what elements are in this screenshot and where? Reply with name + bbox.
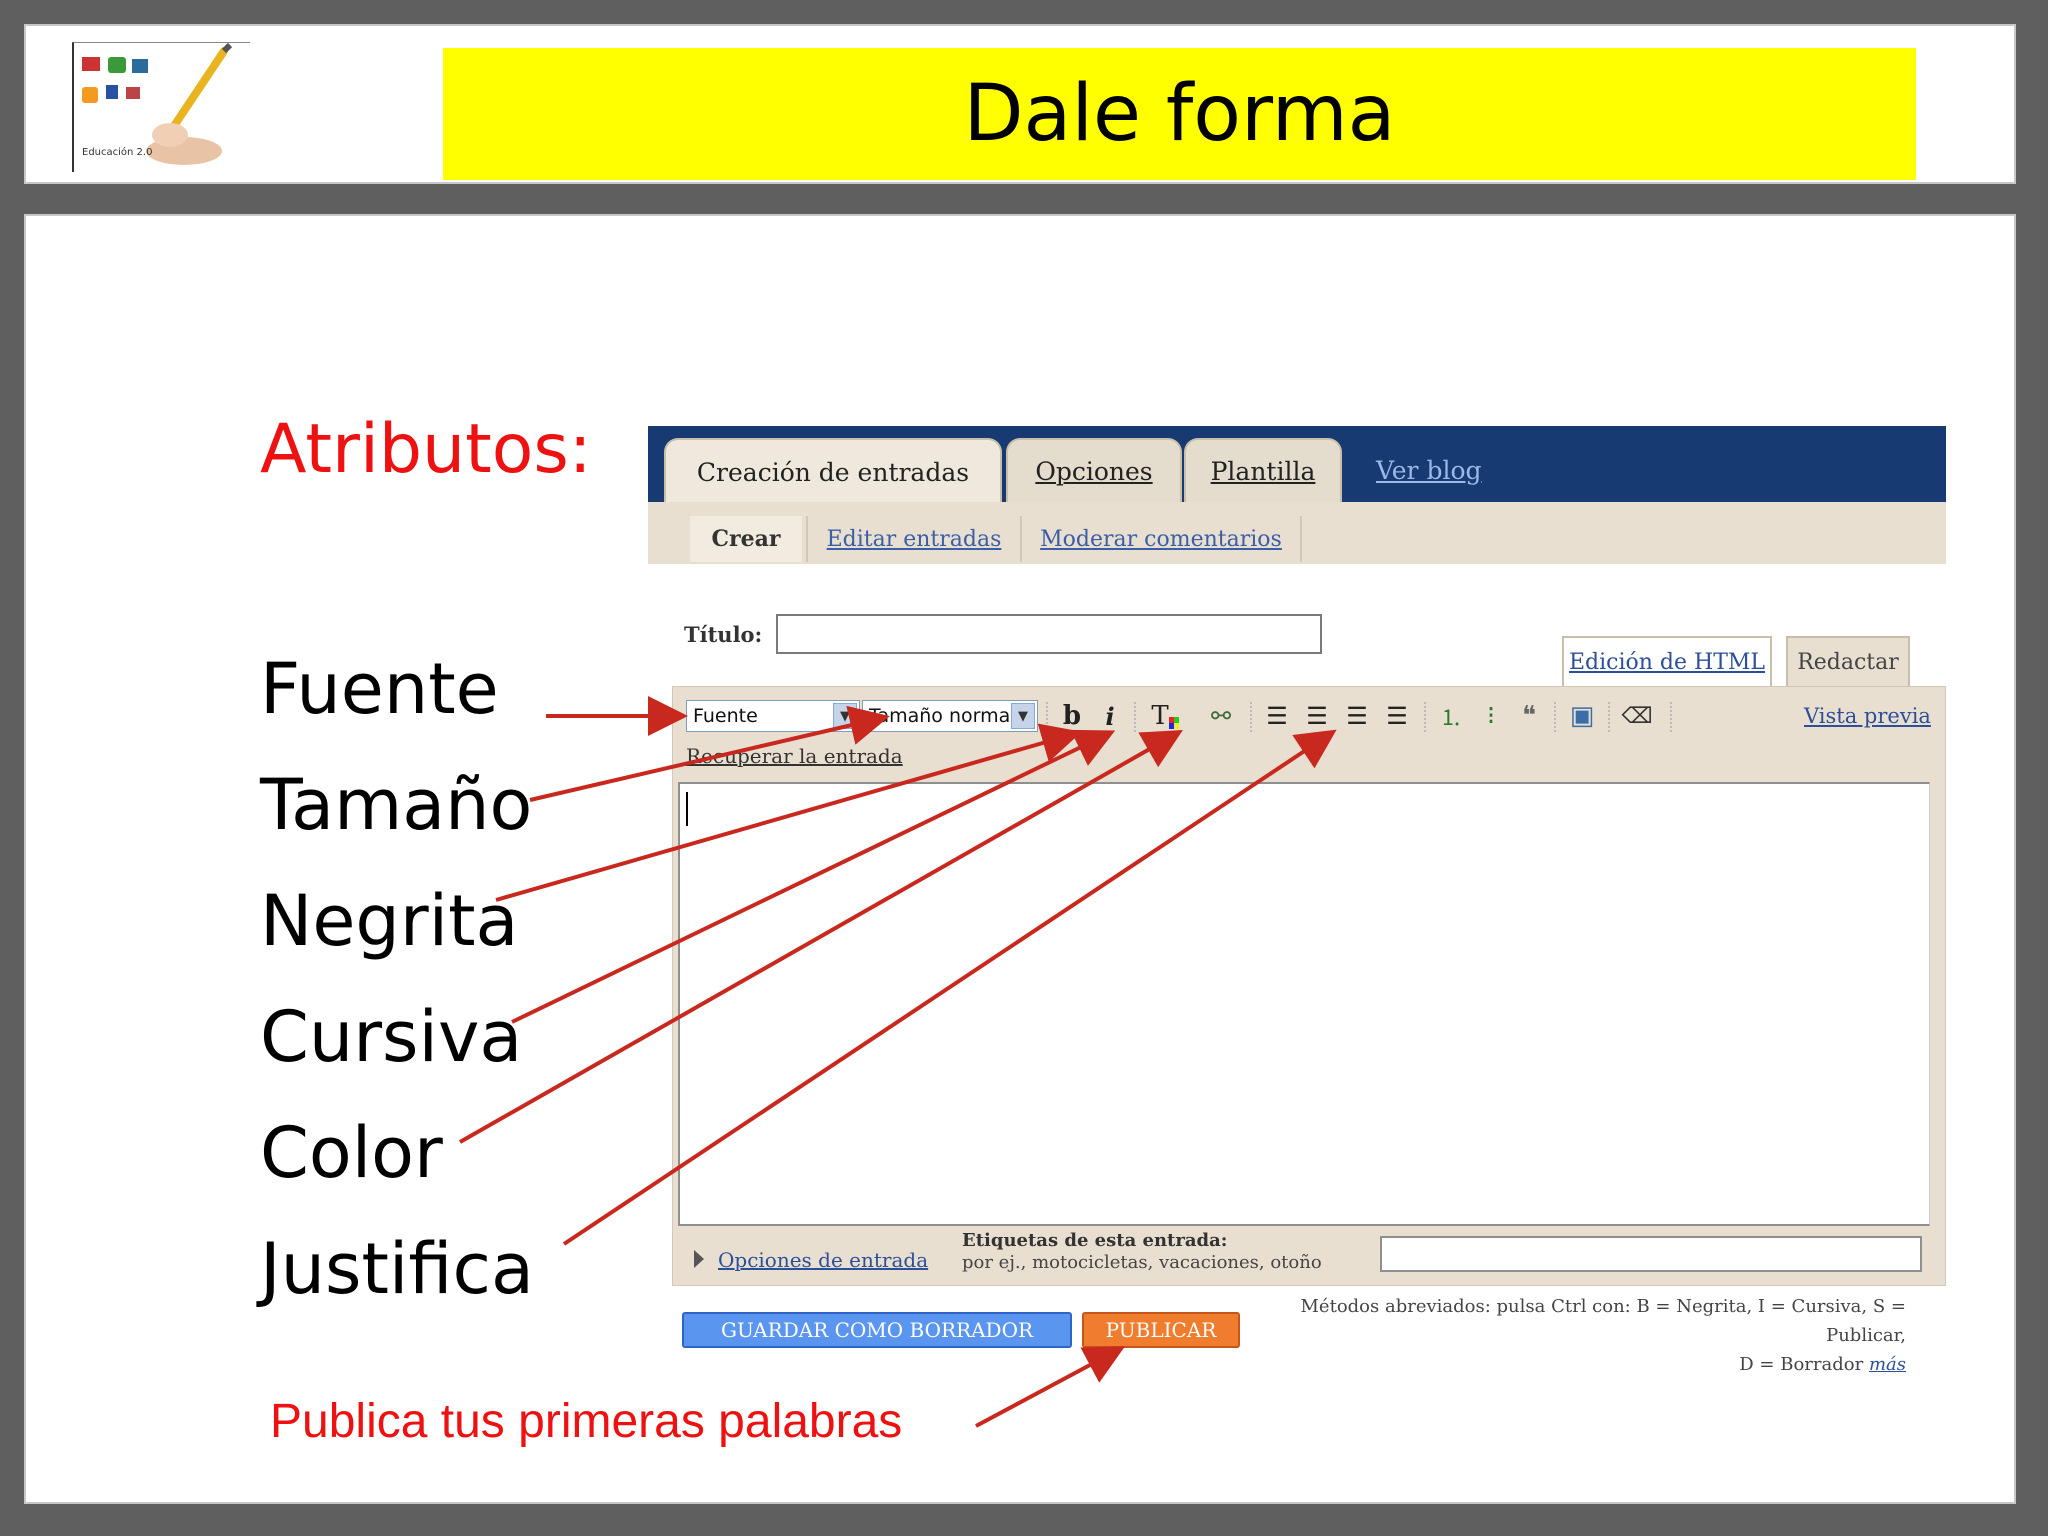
font-select-value: Fuente [693,705,758,727]
logo-illustration: Educación 2.0 [82,42,233,165]
opciones-entrada-link[interactable]: Opciones de entrada [718,1248,928,1272]
toolbar-separator [1608,702,1612,732]
etiquetas-input[interactable] [1380,1236,1922,1272]
attr-cursiva: Cursiva [260,996,523,1078]
tab-opciones[interactable]: Opciones [1006,438,1182,502]
recuperar-entrada-link[interactable]: Recuperar la entrada [686,744,903,768]
attr-justifica: Justifica [260,1228,534,1310]
attr-negrita: Negrita [260,880,519,962]
facebook-icon [106,85,118,99]
toolbar-separator [1670,702,1674,732]
align-center-button[interactable]: ☰ [1302,700,1332,732]
rss-icon [82,87,98,103]
blockquote-button[interactable]: ❝ [1514,700,1544,732]
etiquetas-label: Etiquetas de esta entrada: [962,1230,1228,1251]
toolbar-separator [1424,702,1428,732]
svg-text:Educación 2.0: Educación 2.0 [82,146,152,158]
publicar-button[interactable]: PUBLICAR [1082,1312,1240,1348]
tab-plantilla[interactable]: Plantilla [1184,438,1342,502]
size-select[interactable]: Tamaño normal ▼ [862,700,1038,732]
link-button[interactable]: ⚯ [1204,700,1238,732]
text-cursor [686,792,688,826]
subnav-crear[interactable]: Crear [690,516,802,562]
shortcuts-more-link[interactable]: más [1869,1354,1906,1375]
tab-creacion-entradas[interactable]: Creación de entradas [664,438,1002,504]
ver-blog-link[interactable]: Ver blog [1376,456,1482,485]
tab-redactar[interactable]: Redactar [1786,636,1910,686]
tab-opciones-label: Opciones [1035,456,1153,486]
text-color-button[interactable]: T [1148,700,1182,732]
titulo-input[interactable] [776,614,1322,654]
italic-button[interactable]: i [1098,700,1122,732]
subnav-editar-entradas[interactable]: Editar entradas [806,516,1020,562]
tab-plantilla-label: Plantilla [1210,456,1316,486]
shortcuts-hint: Métodos abreviados: pulsa Ctrl con: B = … [1250,1292,1907,1379]
subnav-moderar-comentarios[interactable]: Moderar comentarios [1020,516,1302,562]
chevron-down-icon: ▼ [833,703,857,729]
shortcuts-line-2: D = Borrador más [1250,1350,1906,1379]
chevron-down-icon: ▼ [1011,703,1035,729]
etiquetas-hint: por ej., motocicletas, vacaciones, otoño [962,1252,1322,1273]
align-left-button[interactable]: ☰ [1262,700,1292,732]
align-right-button[interactable]: ☰ [1342,700,1372,732]
guardar-borrador-button[interactable]: GUARDAR COMO BORRADOR [682,1312,1072,1348]
insert-image-button[interactable]: ▣ [1566,700,1598,732]
align-justify-button[interactable]: ☰ [1382,700,1412,732]
font-select[interactable]: Fuente ▼ [686,700,860,732]
size-select-value: Tamaño normal [869,705,1016,727]
color-swatch-icon [1168,717,1179,729]
tab-edicion-html[interactable]: Edición de HTML [1562,636,1772,686]
attr-color: Color [260,1112,443,1194]
logo: Educación 2.0 [72,42,250,172]
post-body-textarea[interactable] [678,782,1930,1226]
toolbar-separator [1134,702,1138,732]
titulo-label: Título: [684,622,763,647]
delicious-icon [126,87,140,99]
publish-caption: Publica tus primeras palabras [270,1395,903,1448]
expand-triangle-icon[interactable] [694,1250,704,1268]
blogger-icon [108,57,126,73]
toolbar-separator [1250,702,1254,732]
vista-previa-link[interactable]: Vista previa [1804,704,1931,728]
toolbar-separator [1554,702,1558,732]
bold-button[interactable]: b [1058,700,1086,732]
bullet-list-button[interactable]: ⁝ [1476,700,1506,732]
youtube-icon [82,57,100,71]
slideshare-icon [132,59,148,73]
slide-title: Dale forma [963,69,1396,159]
ordered-list-button[interactable]: ⒈ [1436,700,1466,732]
eraser-button[interactable]: ⌫ [1621,700,1652,732]
shortcuts-line-1: Métodos abreviados: pulsa Ctrl con: B = … [1300,1296,1907,1346]
attr-tamano: Tamaño [260,764,533,846]
shortcuts-line-2-text: D = Borrador [1739,1354,1864,1375]
attr-fuente: Fuente [260,648,499,730]
toolbar-separator [1046,702,1050,732]
atributos-heading: Atributos: [260,410,592,489]
text-color-icon: T [1151,701,1169,731]
